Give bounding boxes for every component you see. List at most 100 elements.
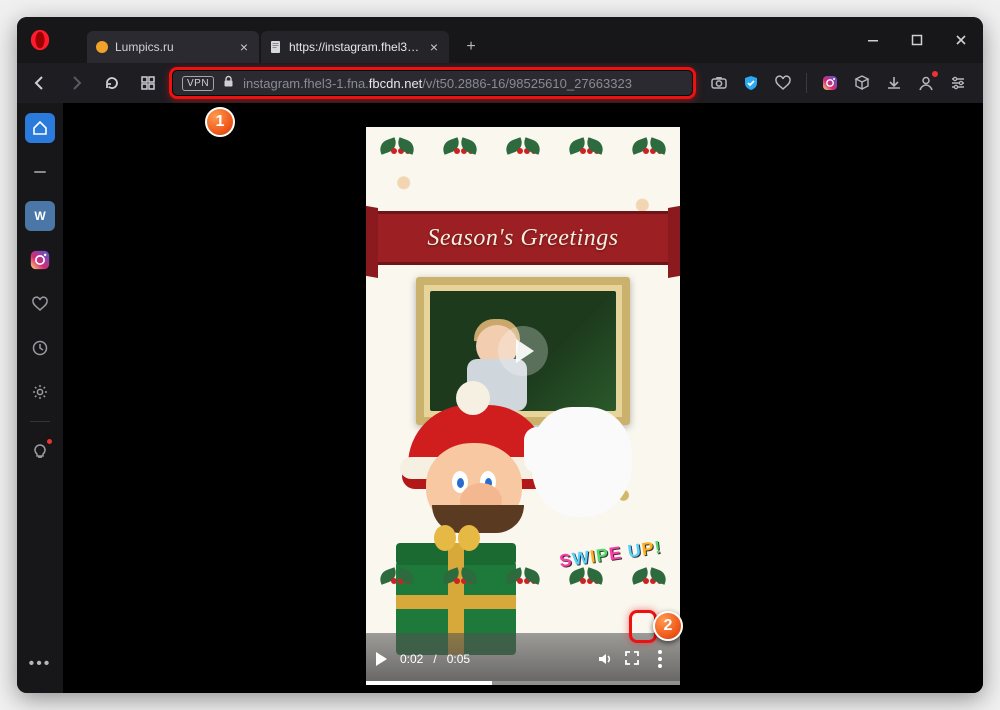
- video-frame: Season's Greetings: [366, 127, 680, 685]
- body: W •••: [17, 103, 983, 693]
- clock-icon: [31, 339, 49, 357]
- instagram-extension[interactable]: [819, 72, 841, 94]
- address-bar[interactable]: VPN instagram.fhel3-1.fna.fbcdn.net/v/t5…: [169, 67, 696, 99]
- favicon-page-icon: [269, 40, 283, 54]
- minimize-icon: [867, 34, 879, 46]
- instagram-icon: [29, 249, 51, 271]
- kebab-dot-icon: [658, 664, 662, 668]
- sidebar-item-speed-dial[interactable]: [25, 113, 55, 143]
- tab-lumpics[interactable]: Lumpics.ru ×: [87, 31, 259, 63]
- close-icon: [955, 34, 967, 46]
- vpn-badge[interactable]: VPN: [182, 76, 214, 91]
- easy-setup-button[interactable]: [947, 72, 969, 94]
- progress-track[interactable]: [366, 681, 680, 685]
- start-page-button[interactable]: [133, 68, 163, 98]
- camera-icon: [710, 74, 728, 92]
- gear-icon: [31, 383, 49, 401]
- sidebar-item-settings[interactable]: [25, 377, 55, 407]
- sidebar-item-instagram[interactable]: [25, 245, 55, 275]
- reload-icon: [104, 75, 120, 91]
- sidebar-item-dash[interactable]: [25, 157, 55, 187]
- opera-icon: [29, 29, 51, 51]
- fullscreen-button[interactable]: [624, 650, 640, 669]
- volume-button[interactable]: [596, 650, 614, 668]
- browser-window: Lumpics.ru × https://instagram.fhel3-1.f…: [17, 17, 983, 693]
- sliders-icon: [949, 74, 967, 92]
- vk-icon: W: [34, 209, 45, 223]
- sidebar-item-heart[interactable]: [25, 289, 55, 319]
- sidebar-more-button[interactable]: •••: [25, 649, 55, 679]
- tab-label: https://instagram.fhel3-1.fr…: [289, 40, 421, 54]
- notification-dot-icon: [931, 70, 939, 78]
- sidebar-separator: [30, 421, 50, 422]
- shield-check-icon: [742, 74, 760, 92]
- reload-button[interactable]: [97, 68, 127, 98]
- dash-icon: [31, 170, 49, 174]
- minimize-button[interactable]: [851, 17, 895, 63]
- sidebar-item-vk[interactable]: W: [25, 201, 55, 231]
- profile-button[interactable]: [915, 72, 937, 94]
- cube-extension[interactable]: [851, 72, 873, 94]
- home-icon: [31, 119, 49, 137]
- toolbar: VPN instagram.fhel3-1.fna.fbcdn.net/v/t5…: [17, 63, 983, 103]
- close-window-button[interactable]: [939, 17, 983, 63]
- sidebar-item-history[interactable]: [25, 333, 55, 363]
- instagram-icon: [821, 74, 839, 92]
- bookmark-heart-button[interactable]: [772, 72, 794, 94]
- kebab-dot-icon: [658, 657, 662, 661]
- snapshot-button[interactable]: [708, 72, 730, 94]
- url-path: /v/t50.2886-16/98525610_27663323: [422, 76, 632, 91]
- url-host: fbcdn.net: [369, 76, 423, 91]
- cube-icon: [853, 74, 871, 92]
- forward-button[interactable]: [61, 68, 91, 98]
- greeting-text: Season's Greetings: [427, 225, 618, 252]
- maximize-button[interactable]: [895, 17, 939, 63]
- tab-close-icon[interactable]: ×: [427, 40, 441, 54]
- toolbar-extensions: [702, 72, 975, 94]
- sidebar-item-lightbulb[interactable]: [25, 436, 55, 466]
- address-bar-container: VPN instagram.fhel3-1.fna.fbcdn.net/v/t5…: [169, 67, 696, 99]
- annotation-callout-1: 1: [205, 107, 235, 137]
- titlebar: Lumpics.ru × https://instagram.fhel3-1.f…: [17, 17, 983, 63]
- kebab-dot-icon: [658, 650, 662, 654]
- tab-instagram-cdn[interactable]: https://instagram.fhel3-1.fr… ×: [261, 31, 449, 63]
- downloads-button[interactable]: [883, 72, 905, 94]
- bulb-icon: [31, 442, 49, 460]
- greeting-ribbon: Season's Greetings: [366, 211, 680, 265]
- tab-close-icon[interactable]: ×: [237, 40, 251, 54]
- time-sep: /: [433, 652, 436, 666]
- time-duration: 0:05: [447, 652, 470, 666]
- opera-logo: [17, 17, 63, 63]
- download-icon: [885, 74, 903, 92]
- url-subdomain: instagram.fhel3-1.fna.: [243, 76, 369, 91]
- notification-dot-icon: [46, 438, 53, 445]
- adblock-button[interactable]: [740, 72, 762, 94]
- play-button[interactable]: [376, 652, 390, 666]
- play-icon: [376, 652, 387, 666]
- toolbar-separator: [806, 73, 807, 93]
- ellipsis-icon: •••: [29, 655, 52, 673]
- volume-icon: [596, 650, 614, 668]
- time-current: 0:02: [400, 652, 423, 666]
- new-tab-button[interactable]: +: [457, 33, 485, 61]
- tab-strip: Lumpics.ru × https://instagram.fhel3-1.f…: [63, 17, 851, 63]
- chevron-right-icon: [68, 75, 84, 91]
- heart-icon: [774, 74, 792, 92]
- tab-label: Lumpics.ru: [115, 40, 231, 54]
- progress-bar: [366, 681, 492, 685]
- more-options-button[interactable]: [650, 647, 670, 671]
- video-player[interactable]: Season's Greetings: [366, 127, 680, 685]
- chevron-left-icon: [32, 75, 48, 91]
- holly-border-top: [366, 127, 680, 167]
- fullscreen-icon: [624, 650, 640, 666]
- grid-icon: [140, 75, 156, 91]
- favicon-lumpics: [95, 40, 109, 54]
- lock-icon: [222, 75, 235, 91]
- holly-border-bottom: [366, 557, 680, 597]
- video-controls: 0:02 / 0:05: [366, 633, 680, 685]
- window-controls: [851, 17, 983, 63]
- maximize-icon: [911, 34, 923, 46]
- play-overlay-icon: [498, 326, 548, 376]
- back-button[interactable]: [25, 68, 55, 98]
- url-text: instagram.fhel3-1.fna.fbcdn.net/v/t50.28…: [243, 76, 632, 91]
